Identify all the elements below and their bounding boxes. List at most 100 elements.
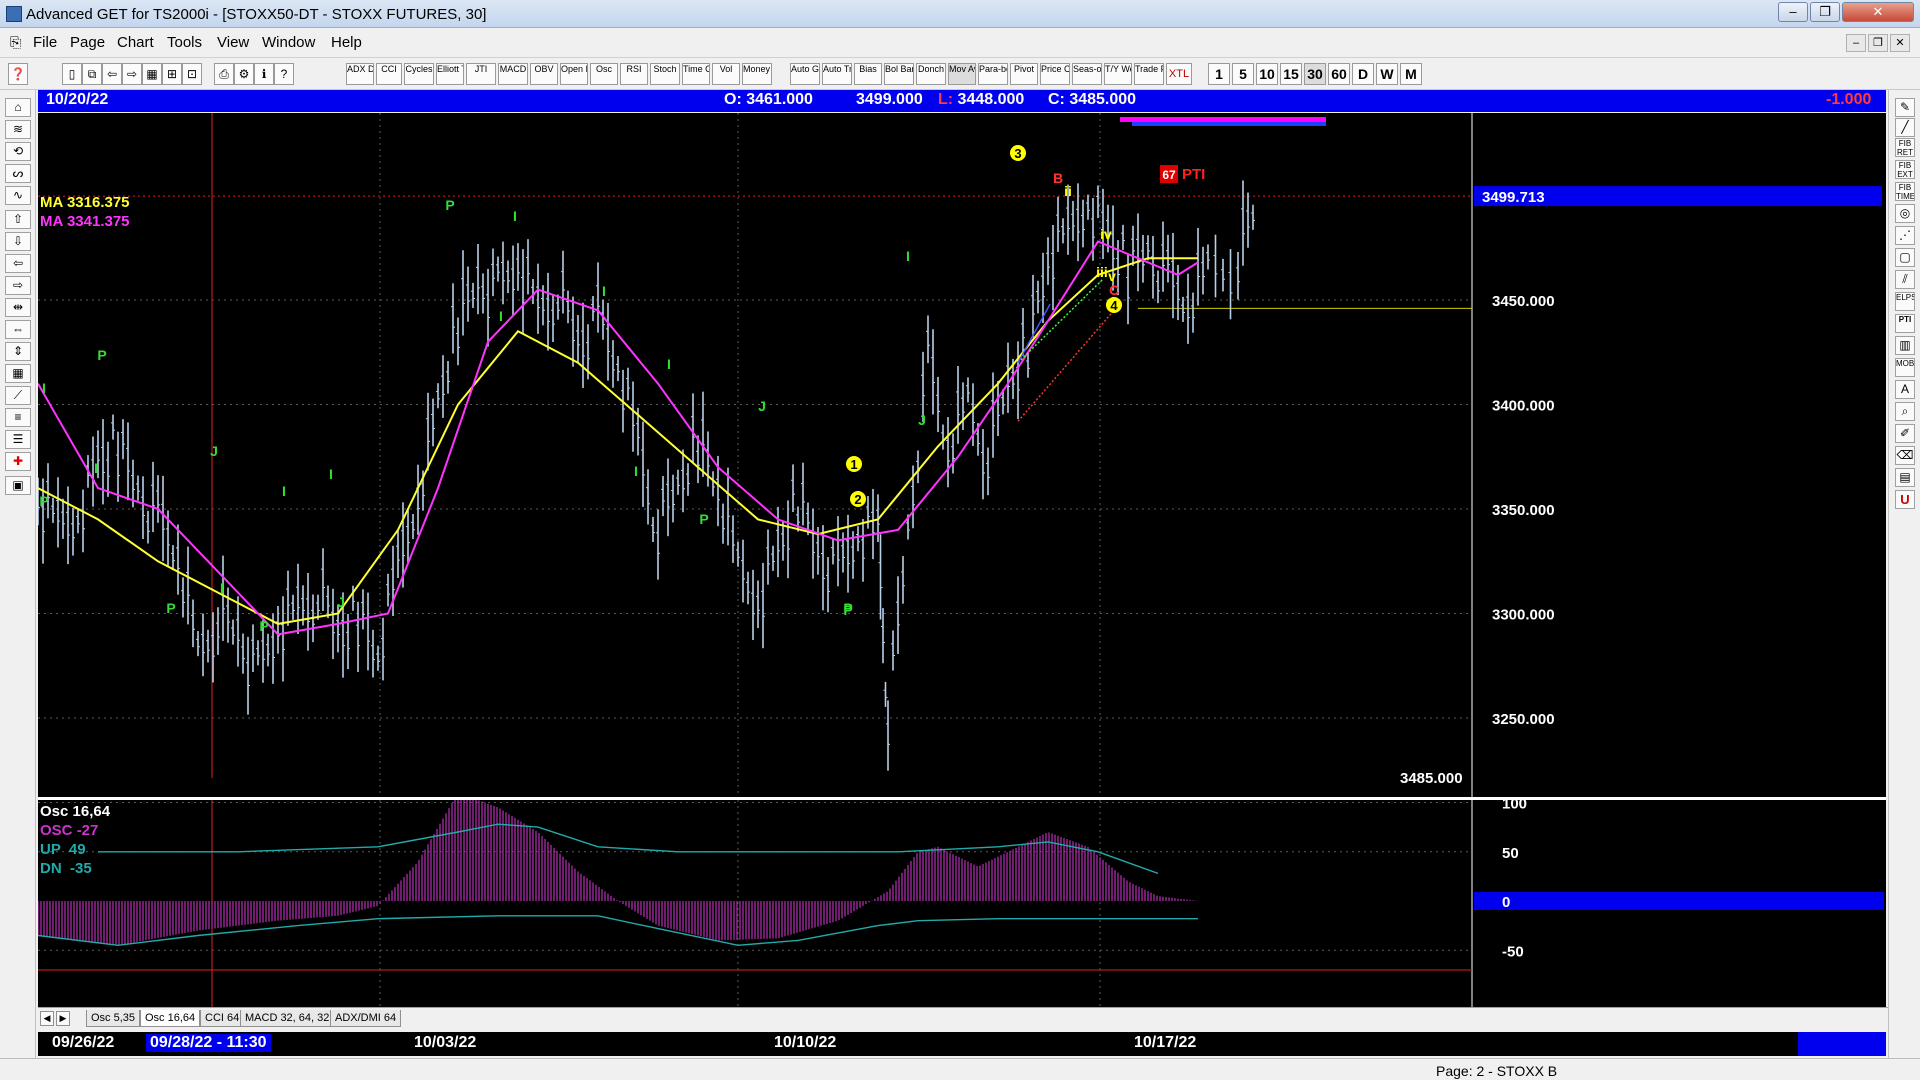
pti-icon[interactable]: PTI — [1895, 314, 1915, 333]
tab-osc-5-35[interactable]: Osc 5,35 — [86, 1010, 141, 1027]
scroll-right-icon[interactable]: ⇨ — [5, 276, 31, 295]
timeframe-1[interactable]: 1 — [1208, 63, 1230, 85]
tab-cci-64[interactable]: CCI 64 — [200, 1010, 245, 1027]
menu-file[interactable]: File — [33, 34, 57, 51]
arrange-icon[interactable]: ▦ — [142, 63, 162, 85]
help-icon[interactable]: ? — [274, 63, 294, 85]
scroll-left-icon[interactable]: ⇦ — [5, 254, 31, 273]
tab-osc-16-64[interactable]: Osc 16,64 — [140, 1010, 201, 1027]
study-button[interactable]: T/Y Web — [1104, 63, 1132, 85]
forward-icon[interactable]: ⇨ — [122, 63, 142, 85]
expand-icon[interactable]: ⇔ — [5, 320, 31, 339]
line-tool-icon[interactable]: ╱ — [1895, 118, 1915, 137]
study-button[interactable]: Donch — [916, 63, 946, 85]
back-icon[interactable]: ⇦ — [102, 63, 122, 85]
study-button[interactable]: Elliott Trig — [436, 63, 464, 85]
document-icon[interactable]: ⎘ — [10, 34, 21, 51]
study-button[interactable]: Bias — [854, 63, 882, 85]
fib-time-icon[interactable]: FIB TIME — [1895, 182, 1915, 201]
fib-extension-icon[interactable]: FIB EXT — [1895, 160, 1915, 179]
menu-chart[interactable]: Chart — [117, 34, 154, 51]
study-button[interactable]: RSI — [620, 63, 648, 85]
channel-icon[interactable]: ⫽ — [1895, 270, 1915, 289]
study-button[interactable]: JTI — [466, 63, 496, 85]
study-button[interactable]: Money Flow — [742, 63, 772, 85]
vertical-scale-icon[interactable]: ⇕ — [5, 342, 31, 361]
mdi-minimize-button[interactable]: – — [1846, 34, 1866, 52]
study-icon[interactable]: ᔕ — [5, 164, 31, 183]
study-button[interactable]: Para-bolic — [978, 63, 1008, 85]
study-button[interactable]: Osc — [590, 63, 618, 85]
crosshair-icon[interactable]: ✚ — [5, 452, 31, 471]
new-page-icon[interactable]: ▯ — [62, 63, 82, 85]
zoom-icon[interactable]: ⊡ — [182, 63, 202, 85]
undo-icon[interactable]: U — [1895, 490, 1915, 509]
tab-next-icon[interactable]: ▶ — [56, 1011, 70, 1026]
maximize-button[interactable]: ❐ — [1810, 2, 1840, 22]
app-icon[interactable] — [6, 6, 22, 22]
info-icon[interactable]: ℹ — [254, 63, 274, 85]
fib-retracement-icon[interactable]: FIB RET — [1895, 138, 1915, 157]
oscillator-svg[interactable]: 100 50 0 -50 — [37, 792, 1886, 1007]
price-chart-svg[interactable]: 3450.000 3400.000 3350.000 3300.000 3250.000… — [36, 93, 1886, 797]
study-button[interactable]: Time Clust — [682, 63, 710, 85]
tile-icon[interactable]: ⊞ — [162, 63, 182, 85]
tab-macd[interactable]: MACD 32, 64, 32 — [240, 1010, 335, 1027]
study-button-xtl[interactable]: XTL — [1166, 63, 1192, 85]
study-button[interactable]: Auto Trend — [822, 63, 852, 85]
grid-icon[interactable]: ▦ — [5, 364, 31, 383]
minimize-button[interactable]: – — [1778, 2, 1808, 22]
timeframe-monthly[interactable]: M — [1400, 63, 1422, 85]
box-icon[interactable]: ▢ — [1895, 248, 1915, 267]
scroll-up-icon[interactable]: ⇧ — [5, 210, 31, 229]
timeframe-5[interactable]: 5 — [1232, 63, 1254, 85]
study-button-active[interactable]: Mov Ave — [948, 63, 976, 85]
tab-prev-icon[interactable]: ◀ — [40, 1011, 54, 1026]
open-icon[interactable]: ⌂ — [5, 98, 31, 117]
mdi-restore-button[interactable]: ❐ — [1868, 34, 1888, 52]
study-button[interactable]: CCI — [376, 63, 402, 85]
ellipse-icon[interactable]: ELPS — [1895, 292, 1915, 311]
tab-adx-dmi[interactable]: ADX/DMI 64 — [330, 1010, 402, 1027]
text-tool-icon[interactable]: A — [1895, 380, 1915, 399]
timeframe-60[interactable]: 60 — [1328, 63, 1350, 85]
calendar-icon[interactable]: ▤ — [1895, 468, 1915, 487]
elliott-icon[interactable]: ∿ — [5, 186, 31, 205]
gann-icon[interactable]: ≡ — [5, 408, 31, 427]
study-button[interactable]: OBV — [530, 63, 558, 85]
price-chart-panel[interactable]: 3450.000 3400.000 3350.000 3300.000 3250.000… — [36, 93, 1886, 797]
study-button[interactable]: Trade Profile — [1134, 63, 1164, 85]
trend-lines-icon[interactable]: ⟋ — [5, 386, 31, 405]
study-button[interactable]: ADX DMI — [346, 63, 374, 85]
menu-tools[interactable]: Tools — [167, 34, 202, 51]
study-button[interactable]: Seas-onals — [1072, 63, 1102, 85]
timeframe-10[interactable]: 10 — [1256, 63, 1278, 85]
timeframe-15[interactable]: 15 — [1280, 63, 1302, 85]
study-button[interactable]: Cycles — [404, 63, 434, 85]
fan-icon[interactable]: ⋰ — [1895, 226, 1915, 245]
compress-icon[interactable]: ⇹ — [5, 298, 31, 317]
study-button[interactable]: Bol Band — [884, 63, 914, 85]
lines-icon[interactable]: ≋ — [5, 120, 31, 139]
timeframe-weekly[interactable]: W — [1376, 63, 1398, 85]
copy-icon[interactable]: ⧉ — [82, 63, 102, 85]
zoom-tool-icon[interactable]: ⌕ — [1895, 402, 1915, 421]
marker-icon[interactable]: ✐ — [1895, 424, 1915, 443]
menu-window[interactable]: Window — [262, 34, 315, 51]
fib-icon[interactable]: ☰ — [5, 430, 31, 449]
study-button[interactable]: Auto Gann — [790, 63, 820, 85]
print-icon[interactable]: ⎙ — [214, 63, 234, 85]
study-button[interactable]: MACD — [498, 63, 528, 85]
timeframe-30[interactable]: 30 — [1304, 63, 1326, 85]
study-button[interactable]: Stoch — [650, 63, 680, 85]
eraser-icon[interactable]: ⌫ — [1895, 446, 1915, 465]
pencil-icon[interactable]: ✎ — [1895, 98, 1915, 117]
study-button[interactable]: Pivot — [1010, 63, 1038, 85]
scroll-down-icon[interactable]: ⇩ — [5, 232, 31, 251]
settings-icon[interactable]: ⚙ — [234, 63, 254, 85]
help-pointer-icon[interactable]: ❓ — [8, 63, 28, 85]
mob-icon[interactable]: MOB — [1895, 358, 1915, 377]
template-icon[interactable]: ▣ — [5, 476, 31, 495]
study-button[interactable]: Vol — [712, 63, 740, 85]
study-button[interactable]: Open Int — [560, 63, 588, 85]
